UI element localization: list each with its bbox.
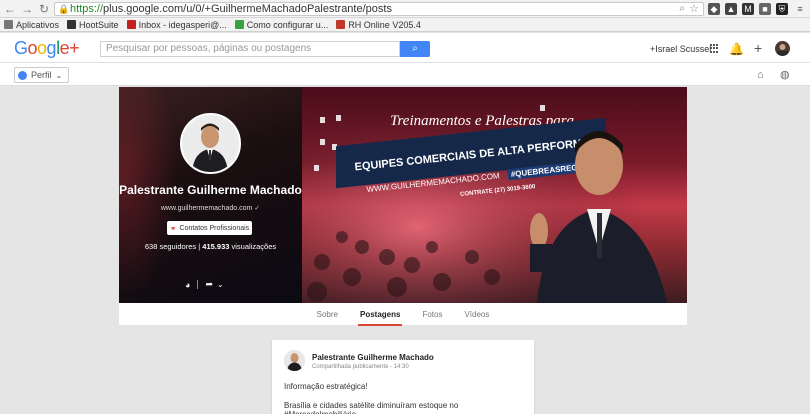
- url-text: plus.google.com/u/0/+GuilhermeMachadoPal…: [103, 3, 392, 15]
- share-icon[interactable]: ➦: [205, 279, 213, 290]
- perfil-label: Perfil: [31, 70, 52, 80]
- views-label: visualizações: [231, 242, 277, 251]
- avatar[interactable]: [284, 350, 305, 371]
- profile-stats: 638 seguidores | 415.933 visualizações: [119, 242, 302, 251]
- chevron-down-icon: ⌄: [55, 70, 63, 80]
- speaker-illustration: [530, 131, 667, 303]
- profile-website-text: www.guilhermemachado.com: [160, 205, 253, 212]
- google-plus-logo[interactable]: Google+: [14, 38, 80, 59]
- search-button[interactable]: ⌕: [400, 41, 430, 57]
- bookmark-item[interactable]: Aplicativos: [4, 20, 59, 30]
- lock-icon: 🔒: [58, 4, 70, 14]
- person-icon: [18, 70, 27, 80]
- forward-icon[interactable]: →: [20, 2, 34, 16]
- post-card: Palestrante Guilherme Machado Compartilh…: [272, 340, 534, 414]
- post-text: Informação estratégica!: [284, 382, 368, 391]
- page-icon: [336, 20, 346, 29]
- profile-subheader: Perfil ⌄: [0, 63, 810, 86]
- apps-grid-icon[interactable]: [710, 44, 719, 53]
- menu-icon[interactable]: ≡: [794, 3, 806, 15]
- chevron-down-icon[interactable]: ⌄: [217, 280, 224, 289]
- contatos-profissionais-button[interactable]: ⚭ Contatos Profissionais: [167, 221, 252, 235]
- browser-toolbar: ← → ↻ 🔒 https:// plus.google.com/u/0/+Gu…: [0, 0, 810, 18]
- link-icon: ⚭: [169, 223, 177, 233]
- tab-videos[interactable]: Vídeos: [462, 303, 491, 326]
- hangouts-icon[interactable]: ⌂: [757, 69, 764, 81]
- back-icon[interactable]: ←: [3, 2, 17, 16]
- chat-icon[interactable]: ◍: [780, 68, 790, 81]
- post-meta: Compartilhada publicamente - 14:30: [312, 364, 409, 370]
- search-icon: ⌕: [412, 43, 418, 54]
- bookmark-label: HootSuite: [79, 19, 119, 30]
- bookmark-item[interactable]: Inbox - idegasperi@...: [126, 19, 227, 30]
- bookmark-item[interactable]: Como configurar u...: [234, 19, 329, 30]
- shield-icon[interactable]: ⛨: [776, 3, 788, 15]
- avatar[interactable]: [775, 41, 790, 56]
- bookmarks-bar: Aplicativos HootSuite Inbox - idegasperi…: [0, 18, 810, 32]
- bookmark-label: Aplicativos: [16, 19, 60, 30]
- apps-icon: [4, 20, 13, 29]
- gmail-icon: [126, 20, 136, 29]
- search-input[interactable]: Pesquisar por pessoas, páginas ou postag…: [100, 41, 400, 57]
- profile-photo[interactable]: [180, 113, 241, 174]
- perfil-dropdown[interactable]: Perfil ⌄: [14, 67, 70, 83]
- bookmark-label: Inbox - idegasperi@...: [138, 19, 227, 30]
- profile-tabs: Sobre Postagens Fotos Vídeos: [119, 303, 687, 326]
- extension-icon[interactable]: ◆: [708, 3, 720, 15]
- contatos-label: Contatos Profissionais: [179, 224, 250, 232]
- bookmark-item[interactable]: RH Online V205.4: [336, 20, 421, 30]
- globe-icon[interactable]: ◕: [185, 280, 190, 290]
- bookmark-label: RH Online V205.4: [348, 19, 421, 30]
- url-bar[interactable]: 🔒 https:// plus.google.com/u/0/+Guilherm…: [54, 2, 704, 16]
- post-author[interactable]: Palestrante Guilherme Machado: [312, 353, 434, 362]
- user-name[interactable]: +Israel Scussel: [650, 44, 711, 54]
- extension-icon[interactable]: ▲: [725, 3, 737, 15]
- cover-photo[interactable]: Treinamentos e Palestras para EQUIPES CO…: [302, 87, 687, 303]
- post-text: Brasília e cidades satélite diminuíram e…: [284, 401, 459, 414]
- views-count: 415.933: [202, 242, 230, 251]
- reload-icon[interactable]: ↻: [37, 2, 51, 16]
- tab-postagens[interactable]: Postagens: [357, 303, 403, 326]
- verified-icon: ✓: [254, 205, 261, 212]
- divider: [197, 280, 199, 289]
- profile-name: Palestrante Guilherme Machado: [119, 183, 302, 197]
- extension-icon[interactable]: ■: [759, 3, 771, 15]
- share-plus-icon[interactable]: +: [754, 40, 762, 56]
- tab-sobre[interactable]: Sobre: [315, 303, 340, 326]
- url-scheme: https://: [70, 3, 104, 15]
- profile-share-row: ◕ ➦ ⌄: [185, 279, 224, 290]
- bookmark-star-icon[interactable]: ☆: [689, 3, 699, 15]
- page-icon: [234, 20, 244, 29]
- search-icon[interactable]: ⌕: [679, 3, 685, 15]
- profile-website[interactable]: www.guilhermemachado.com ✓: [119, 204, 302, 212]
- tab-fotos[interactable]: Fotos: [420, 303, 444, 326]
- hootsuite-icon: [67, 20, 77, 29]
- bookmark-label: Como configurar u...: [246, 19, 329, 30]
- notifications-bell-icon[interactable]: 🔔: [729, 42, 744, 56]
- bookmark-item[interactable]: HootSuite: [67, 20, 119, 30]
- followers-count[interactable]: 638 seguidores: [145, 242, 196, 251]
- gmail-icon[interactable]: M: [742, 3, 754, 15]
